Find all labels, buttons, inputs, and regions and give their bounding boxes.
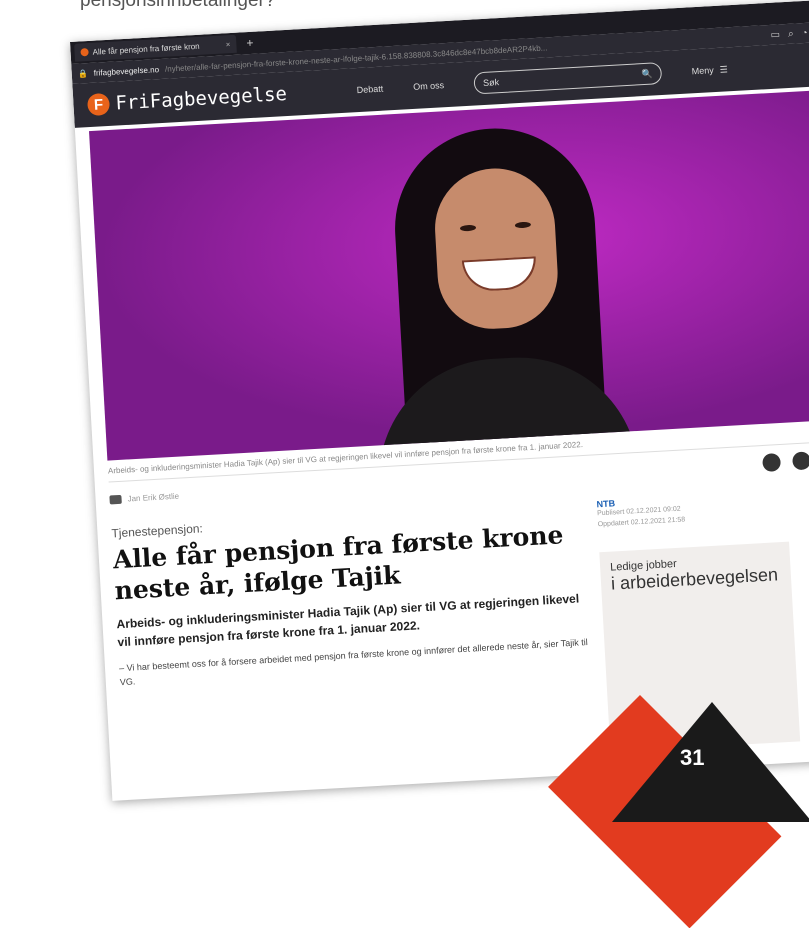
site-nav: Debatt Om oss — [356, 80, 444, 95]
zoom-icon[interactable]: ⌕ — [788, 28, 794, 39]
site-logo[interactable]: F FriFagbevegelse — [86, 82, 288, 117]
hero-image — [89, 90, 809, 461]
search-placeholder: Søk — [482, 77, 500, 88]
menu-button[interactable]: Meny ☰ — [691, 64, 728, 77]
tab-title: Alle får pensjon fra første kron — [92, 41, 200, 57]
nav-item-debatt[interactable]: Debatt — [356, 84, 383, 95]
logo-text: FriFagbevegelse — [114, 82, 288, 115]
pocket-icon[interactable]: ◔ — [801, 27, 808, 38]
browser-screenshot: Alle får pensjon fra første kron × + 🔒 f… — [70, 0, 809, 801]
share-buttons — [762, 450, 809, 472]
facebook-icon[interactable] — [762, 453, 782, 472]
close-icon[interactable]: × — [225, 40, 230, 49]
camera-icon — [109, 494, 122, 504]
reader-icon[interactable]: ▭ — [770, 29, 780, 41]
lock-icon: 🔒 — [77, 68, 88, 79]
photo-credit: Jan Erik Østlie — [127, 491, 180, 503]
logo-mark-icon: F — [86, 92, 111, 117]
portrait-face — [431, 165, 561, 332]
page-number: 31 — [680, 745, 705, 770]
new-tab-button[interactable]: + — [246, 36, 254, 50]
search-icon[interactable]: 🔍 — [641, 68, 653, 80]
url-host: frifagbevegelse.no — [93, 64, 160, 78]
page-caption: pensjonsinnbetalinger? — [80, 0, 276, 11]
favicon-icon — [80, 47, 89, 57]
hamburger-icon: ☰ — [719, 63, 729, 75]
twitter-icon[interactable] — [792, 451, 809, 471]
menu-label: Meny — [691, 65, 715, 77]
nav-item-om-oss[interactable]: Om oss — [413, 80, 445, 92]
search-input[interactable]: Søk 🔍 — [473, 62, 663, 95]
page-number-badge — [612, 702, 809, 822]
article-main: Tjenestepensjon: Alle får pensjon fra fø… — [111, 500, 594, 779]
